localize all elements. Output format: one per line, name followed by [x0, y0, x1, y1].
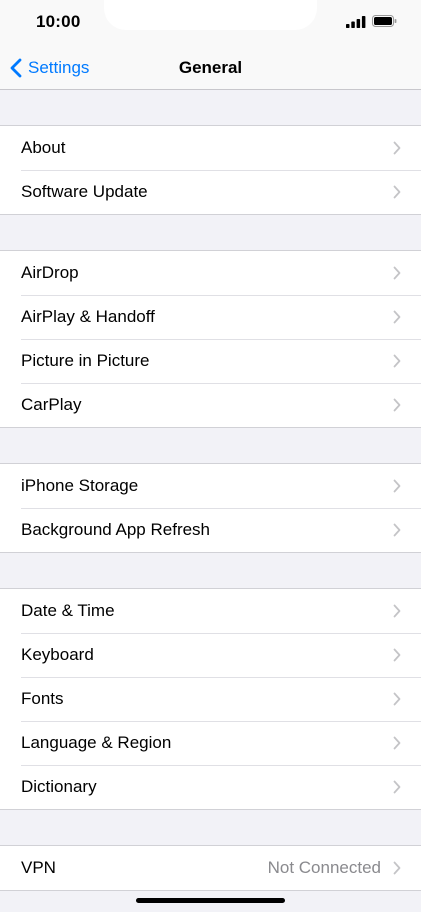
cellular-signal-icon	[346, 16, 366, 28]
chevron-right-icon	[393, 692, 401, 706]
settings-group: iPhone Storage Background App Refresh	[0, 463, 421, 553]
row-dictionary[interactable]: Dictionary	[0, 765, 421, 809]
row-label: Software Update	[21, 182, 148, 201]
row-airdrop[interactable]: AirDrop	[0, 251, 421, 295]
chevron-left-icon	[10, 58, 22, 78]
chevron-right-icon	[393, 354, 401, 368]
row-label: CarPlay	[21, 395, 82, 414]
status-bar: 10:00	[0, 0, 421, 48]
chevron-right-icon	[393, 398, 401, 412]
chevron-right-icon	[393, 861, 401, 875]
settings-group: VPN Not Connected	[0, 845, 421, 891]
phone-screen: 10:00 Settings General About Software Up…	[0, 0, 421, 912]
chevron-right-icon	[393, 604, 401, 618]
vpn-status-value: Not Connected	[267, 858, 381, 877]
settings-group: About Software Update	[0, 125, 421, 215]
section-spacer	[0, 428, 421, 463]
row-label: AirDrop	[21, 263, 79, 282]
section-spacer	[0, 215, 421, 250]
row-background-app-refresh[interactable]: Background App Refresh	[0, 508, 421, 552]
chevron-right-icon	[393, 185, 401, 199]
section-spacer	[0, 553, 421, 588]
row-date-time[interactable]: Date & Time	[0, 589, 421, 633]
row-label: Dictionary	[21, 777, 97, 796]
chevron-right-icon	[393, 523, 401, 537]
row-label: Picture in Picture	[21, 351, 150, 370]
chevron-right-icon	[393, 736, 401, 750]
row-label: Background App Refresh	[21, 520, 211, 539]
row-label: Date & Time	[21, 601, 115, 620]
chevron-right-icon	[393, 310, 401, 324]
row-label: Language & Region	[21, 733, 172, 752]
row-picture-in-picture[interactable]: Picture in Picture	[0, 339, 421, 383]
row-about[interactable]: About	[0, 126, 421, 170]
row-airplay-handoff[interactable]: AirPlay & Handoff	[0, 295, 421, 339]
chevron-right-icon	[393, 141, 401, 155]
row-software-update[interactable]: Software Update	[0, 170, 421, 214]
settings-group: AirDrop AirPlay & Handoff Picture in Pic…	[0, 250, 421, 428]
battery-icon	[372, 15, 397, 27]
settings-list: About Software Update AirDrop AirPlay & …	[0, 90, 421, 891]
section-spacer	[0, 810, 421, 845]
navigation-bar: Settings General	[0, 48, 421, 90]
row-label: About	[21, 138, 66, 157]
chevron-right-icon	[393, 479, 401, 493]
row-label: iPhone Storage	[21, 476, 139, 495]
row-label: VPN	[21, 858, 56, 877]
row-vpn[interactable]: VPN Not Connected	[0, 846, 421, 890]
row-fonts[interactable]: Fonts	[0, 677, 421, 721]
row-label: AirPlay & Handoff	[21, 307, 155, 326]
back-button-label: Settings	[28, 58, 90, 77]
row-iphone-storage[interactable]: iPhone Storage	[0, 464, 421, 508]
row-language-region[interactable]: Language & Region	[0, 721, 421, 765]
section-spacer	[0, 90, 421, 125]
row-label: Keyboard	[21, 645, 94, 664]
back-button[interactable]: Settings	[10, 56, 89, 80]
status-time: 10:00	[36, 12, 81, 31]
chevron-right-icon	[393, 266, 401, 280]
chevron-right-icon	[393, 780, 401, 794]
chevron-right-icon	[393, 648, 401, 662]
notch	[104, 0, 317, 30]
home-indicator[interactable]	[136, 898, 285, 903]
settings-group: Date & Time Keyboard Fonts Language & Re…	[0, 588, 421, 810]
row-label: Fonts	[21, 689, 64, 708]
row-carplay[interactable]: CarPlay	[0, 383, 421, 427]
row-keyboard[interactable]: Keyboard	[0, 633, 421, 677]
